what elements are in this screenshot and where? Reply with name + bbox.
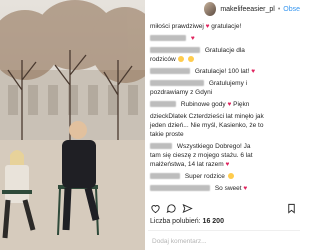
comment: Gratulacje! 100 lat! ♥ <box>148 67 300 76</box>
likes-count[interactable]: Liczba polubień: 16 200 <box>150 218 224 225</box>
account-name[interactable]: makelifeeasier_pl <box>220 6 274 13</box>
post-photo[interactable] <box>0 0 145 250</box>
heart-icon: ♥ <box>227 101 232 108</box>
photo-scene <box>0 0 145 250</box>
emoji-icon <box>178 56 185 63</box>
comment: dzieckDlatek Czterdzieści lat minęło jak… <box>150 113 264 138</box>
emoji-icon <box>188 56 195 63</box>
comments-list: miłości prawdziwej ♥ gratulacje! ♥ Gratu… <box>148 22 300 204</box>
blurred-username <box>150 68 190 75</box>
heart-icon: ♥ <box>251 68 256 75</box>
like-heart-icon[interactable] <box>150 203 161 214</box>
heart-icon: ♥ <box>243 185 248 192</box>
blurred-username <box>150 47 200 54</box>
comment: miłości prawdziwej ♥ gratulacje! <box>150 23 242 30</box>
comment-bubble-icon[interactable] <box>166 203 177 214</box>
bookmark-icon[interactable] <box>286 203 297 214</box>
add-comment-input[interactable]: Dodaj komentarz... <box>152 238 207 245</box>
comment: Gratulujemy i pozdrawiamy z Gdyni <box>150 80 248 96</box>
blurred-username <box>150 173 180 180</box>
separator-dot: • <box>277 5 281 13</box>
action-bar <box>150 203 298 215</box>
comment: So sweet ♥ <box>148 184 300 193</box>
blurred-username <box>150 35 186 42</box>
comment: Gratulacje dla rodziców <box>150 47 245 63</box>
comment: Rubinowe gody ♥ Piękn <box>148 100 300 109</box>
blurred-username <box>150 80 204 87</box>
comment: Wszystkiego Dobrego! Ja tam się cieszę z… <box>150 143 253 168</box>
avatar[interactable] <box>204 2 217 16</box>
follow-button[interactable]: Obse <box>283 6 300 13</box>
blurred-username <box>150 101 176 108</box>
share-arrow-icon[interactable] <box>182 203 193 214</box>
comment: ♥ <box>148 34 300 43</box>
blurred-username <box>150 143 172 150</box>
instagram-post: makelifeeasier_pl • Obse miłości prawdzi… <box>0 0 300 250</box>
comment: Super rodzice <box>148 172 300 181</box>
heart-icon: ♥ <box>190 35 195 42</box>
heart-icon: ♥ <box>225 161 230 168</box>
heart-icon: ♥ <box>205 23 210 30</box>
post-header: makelifeeasier_pl • Obse <box>148 0 300 18</box>
blurred-username <box>150 185 210 192</box>
divider <box>148 230 300 231</box>
post-sidebar: makelifeeasier_pl • Obse miłości prawdzi… <box>148 0 300 250</box>
emoji-icon <box>227 173 234 180</box>
